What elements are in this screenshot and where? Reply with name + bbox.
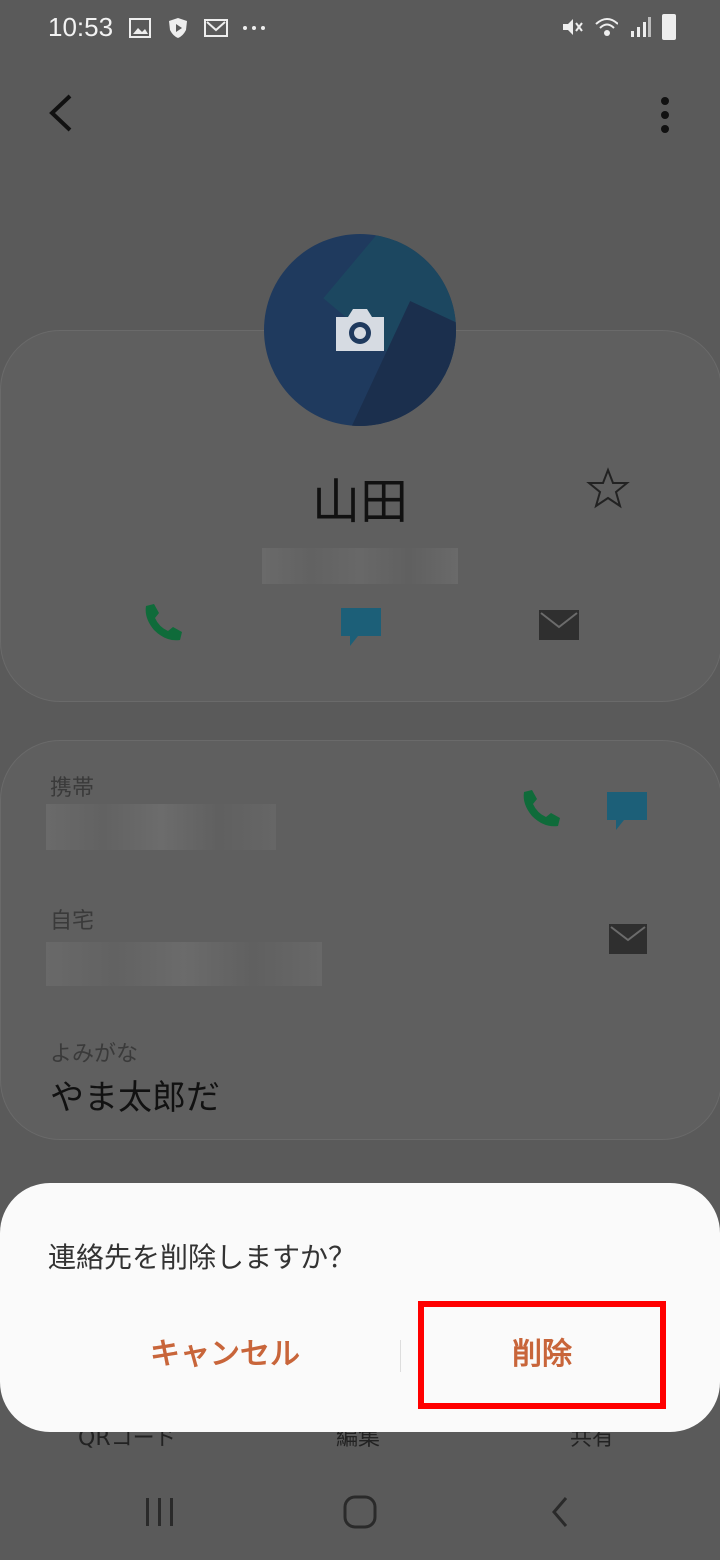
recents-icon xyxy=(146,1498,173,1526)
nav-back-button[interactable] xyxy=(540,1492,580,1532)
more-notifications-icon xyxy=(242,16,266,40)
favorite-star-icon[interactable] xyxy=(586,466,630,510)
phone-number-blurred xyxy=(262,548,458,584)
status-notification-icons xyxy=(128,16,266,40)
battery-icon xyxy=(662,14,676,40)
reading-label: よみがな xyxy=(50,1042,139,1067)
reading-value: やま太郎だ xyxy=(50,1078,220,1118)
nav-back-icon xyxy=(552,1497,568,1527)
status-time: 10:53 xyxy=(48,12,114,42)
home-email-icon[interactable] xyxy=(606,918,652,964)
mobile-number-blurred[interactable] xyxy=(46,804,276,850)
home-label: 自宅 xyxy=(50,909,95,934)
camera-icon xyxy=(332,305,388,355)
status-system-icons xyxy=(560,14,676,40)
more-options-button[interactable] xyxy=(650,90,680,140)
home-email-blurred[interactable] xyxy=(46,942,322,986)
shield-icon xyxy=(166,16,190,40)
mute-icon xyxy=(560,15,584,39)
cancel-button[interactable]: キャンセル xyxy=(60,1325,390,1385)
system-navigation-bar xyxy=(0,1466,720,1560)
more-dot xyxy=(661,125,669,133)
call-icon[interactable] xyxy=(140,600,186,646)
recents-button[interactable] xyxy=(140,1492,180,1532)
wifi-icon xyxy=(594,15,618,39)
back-button[interactable] xyxy=(36,88,86,138)
delete-button[interactable]: 削除 xyxy=(418,1301,666,1409)
email-icon[interactable] xyxy=(536,604,582,650)
gallery-icon xyxy=(128,16,152,40)
button-divider xyxy=(400,1340,401,1372)
home-button[interactable] xyxy=(340,1492,380,1532)
home-icon xyxy=(343,1495,377,1529)
signal-icon xyxy=(628,15,652,39)
mobile-call-icon[interactable] xyxy=(518,786,564,832)
mail-status-icon xyxy=(204,16,228,40)
dialog-title: 連絡先を削除しますか？ xyxy=(48,1241,357,1274)
back-arrow-icon xyxy=(49,94,72,132)
more-dot xyxy=(661,111,669,119)
message-icon[interactable] xyxy=(338,604,384,650)
mobile-message-icon[interactable] xyxy=(604,788,650,834)
more-dot xyxy=(661,97,669,105)
mobile-label: 携帯 xyxy=(50,776,95,801)
